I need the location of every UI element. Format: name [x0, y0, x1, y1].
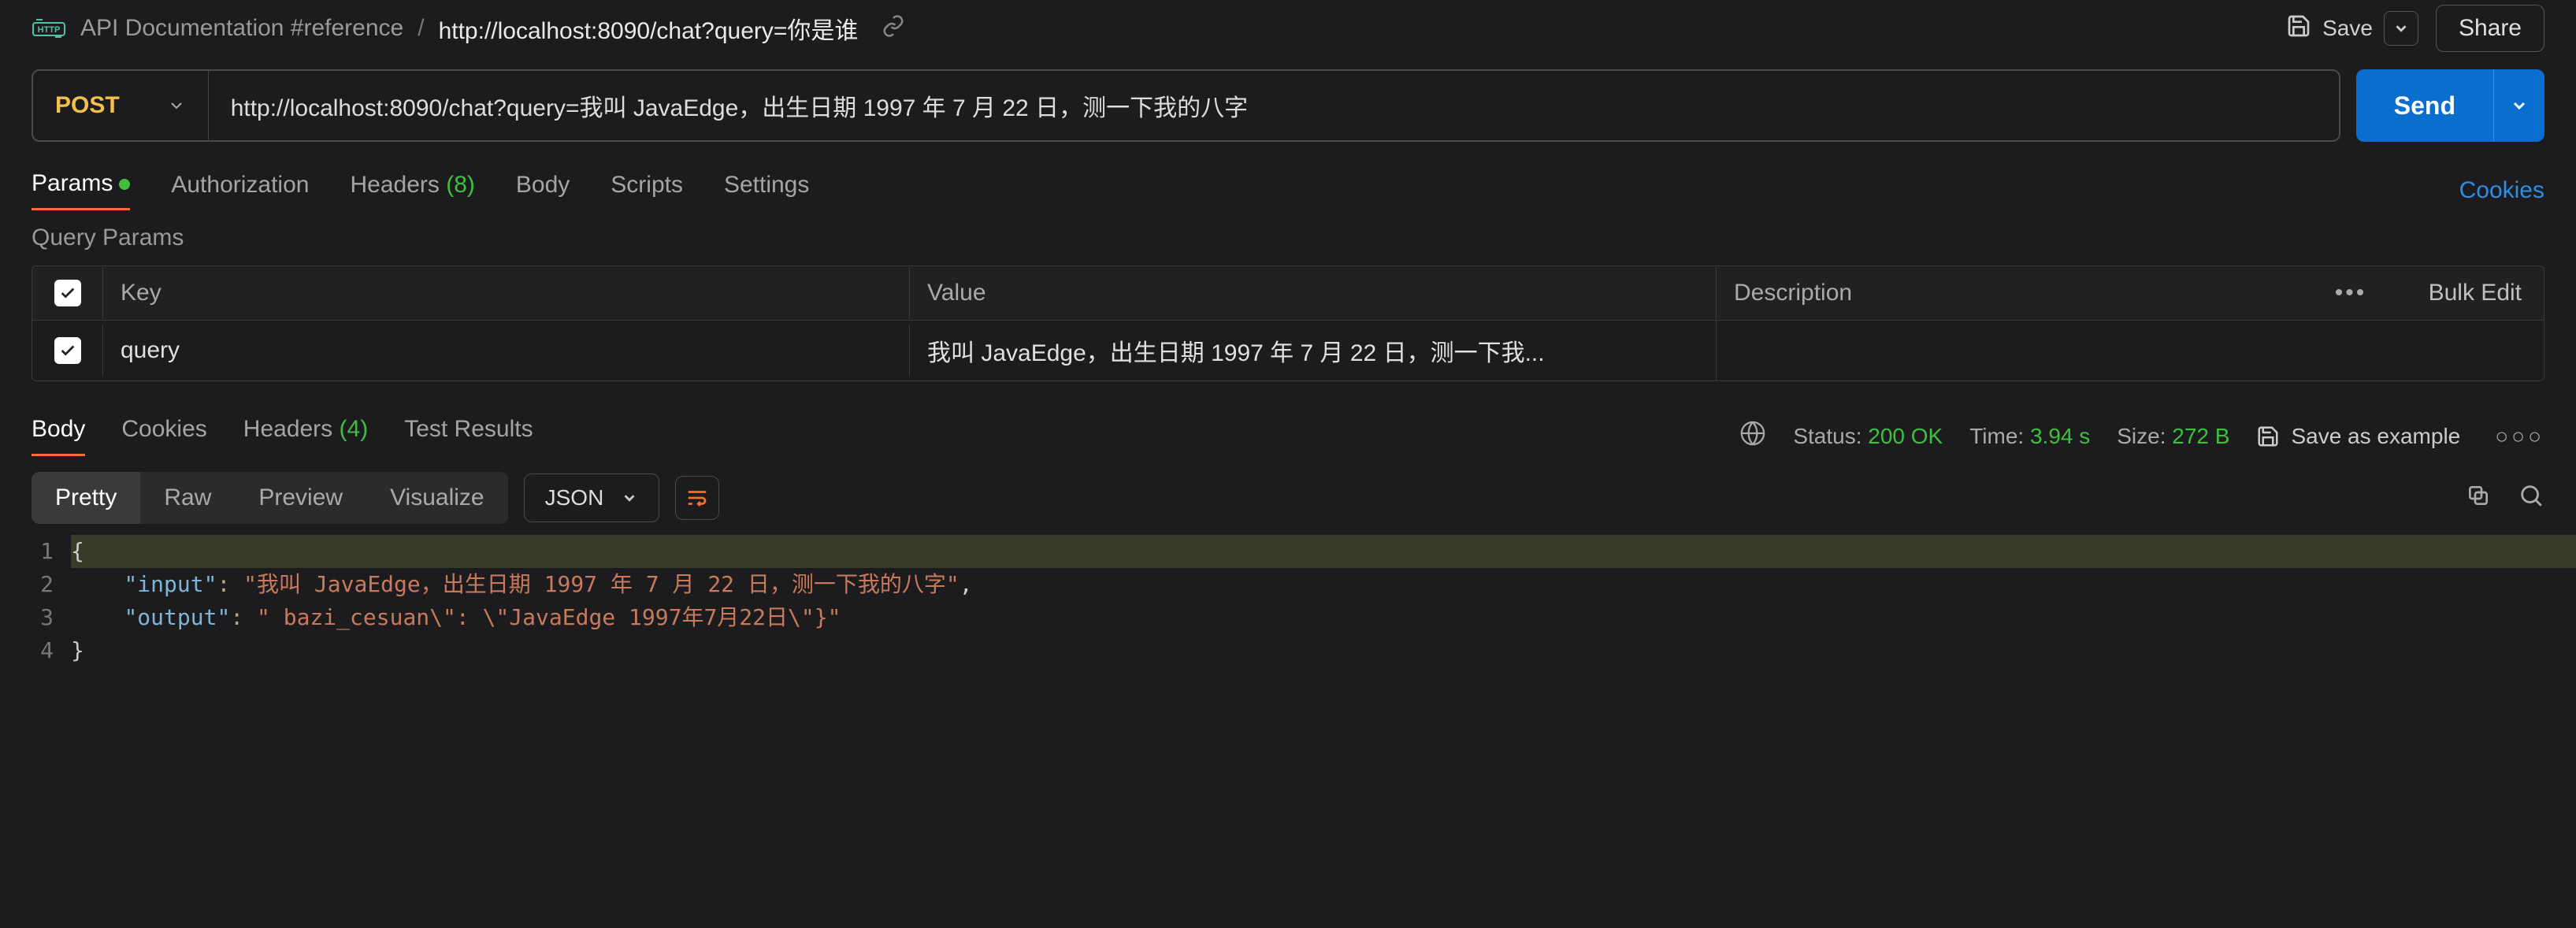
search-icon[interactable]: [2518, 482, 2544, 514]
send-options-dropdown[interactable]: [2493, 69, 2544, 142]
copy-link-icon[interactable]: [882, 14, 905, 43]
query-params-title: Query Params: [0, 210, 2576, 265]
chevron-down-icon: [621, 489, 638, 507]
save-button[interactable]: Save: [2322, 16, 2373, 41]
view-visualize[interactable]: Visualize: [366, 472, 508, 524]
col-more-icon[interactable]: •••: [2315, 267, 2386, 319]
breadcrumb-reference[interactable]: API Documentation #reference: [80, 15, 403, 42]
col-key: Key: [103, 267, 910, 319]
bulk-edit-button[interactable]: Bulk Edit: [2386, 267, 2544, 319]
resp-tab-headers[interactable]: Headers (4): [243, 416, 368, 456]
header-checkbox-cell[interactable]: [32, 267, 103, 319]
wrap-lines-button[interactable]: [675, 476, 719, 520]
tab-authorization[interactable]: Authorization: [171, 172, 309, 210]
send-button[interactable]: Send: [2356, 69, 2493, 142]
copy-icon[interactable]: [2466, 483, 2491, 514]
save-as-example-button[interactable]: Save as example: [2256, 424, 2460, 449]
http-method-select[interactable]: POST: [33, 71, 209, 140]
line-number-gutter: 1234: [0, 535, 71, 667]
tab-scripts[interactable]: Scripts: [611, 172, 683, 210]
param-key-cell[interactable]: query: [103, 325, 910, 377]
response-more-icon[interactable]: ○○○: [2495, 424, 2544, 449]
view-pretty[interactable]: Pretty: [32, 472, 140, 524]
http-method-label: POST: [55, 92, 120, 119]
resp-tab-cookies[interactable]: Cookies: [121, 416, 206, 456]
chevron-down-icon: [167, 96, 186, 115]
resp-tab-body[interactable]: Body: [32, 416, 85, 456]
format-select[interactable]: JSON: [524, 473, 660, 522]
tab-params[interactable]: Params: [32, 170, 130, 210]
cookies-link[interactable]: Cookies: [2459, 177, 2544, 204]
col-value: Value: [910, 267, 1717, 319]
row-checkbox[interactable]: [32, 325, 103, 377]
tab-headers[interactable]: Headers (8): [350, 172, 474, 210]
status-label: Status: 200 OK: [1793, 424, 1943, 449]
tab-settings[interactable]: Settings: [724, 172, 809, 210]
param-value-cell[interactable]: 我叫 JavaEdge，出生日期 1997 年 7 月 22 日，测一下我...: [910, 321, 1717, 380]
url-input[interactable]: http://localhost:8090/chat?query=我叫 Java…: [209, 71, 2339, 140]
globe-icon[interactable]: [1739, 420, 1766, 452]
save-options-dropdown[interactable]: [2384, 11, 2418, 46]
svg-text:HTTP: HTTP: [38, 25, 61, 35]
response-body-code[interactable]: 1234 { "input": "我叫 JavaEdge，出生日期 1997 年…: [0, 535, 2576, 683]
resp-tab-test-results[interactable]: Test Results: [404, 416, 533, 456]
time-label: Time: 3.94 s: [1969, 424, 2090, 449]
tab-body[interactable]: Body: [516, 172, 570, 210]
save-icon[interactable]: [2286, 13, 2311, 44]
view-raw[interactable]: Raw: [140, 472, 235, 524]
breadcrumb-separator: /: [418, 15, 424, 42]
http-badge-icon: HTTP: [32, 17, 66, 40]
checkbox-icon: [54, 280, 81, 306]
view-preview[interactable]: Preview: [235, 472, 366, 524]
share-button[interactable]: Share: [2436, 5, 2544, 52]
breadcrumb-endpoint[interactable]: http://localhost:8090/chat?query=你是谁: [439, 11, 859, 46]
save-icon: [2256, 425, 2280, 448]
col-description: Description: [1717, 267, 2315, 319]
size-label: Size: 272 B: [2117, 424, 2229, 449]
params-dirty-dot: [119, 179, 130, 190]
query-params-table: Key Value Description ••• Bulk Edit quer…: [32, 265, 2544, 381]
table-row: query 我叫 JavaEdge，出生日期 1997 年 7 月 22 日，测…: [32, 320, 2544, 380]
checkbox-icon: [54, 337, 81, 364]
param-desc-cell[interactable]: [1717, 338, 2315, 363]
